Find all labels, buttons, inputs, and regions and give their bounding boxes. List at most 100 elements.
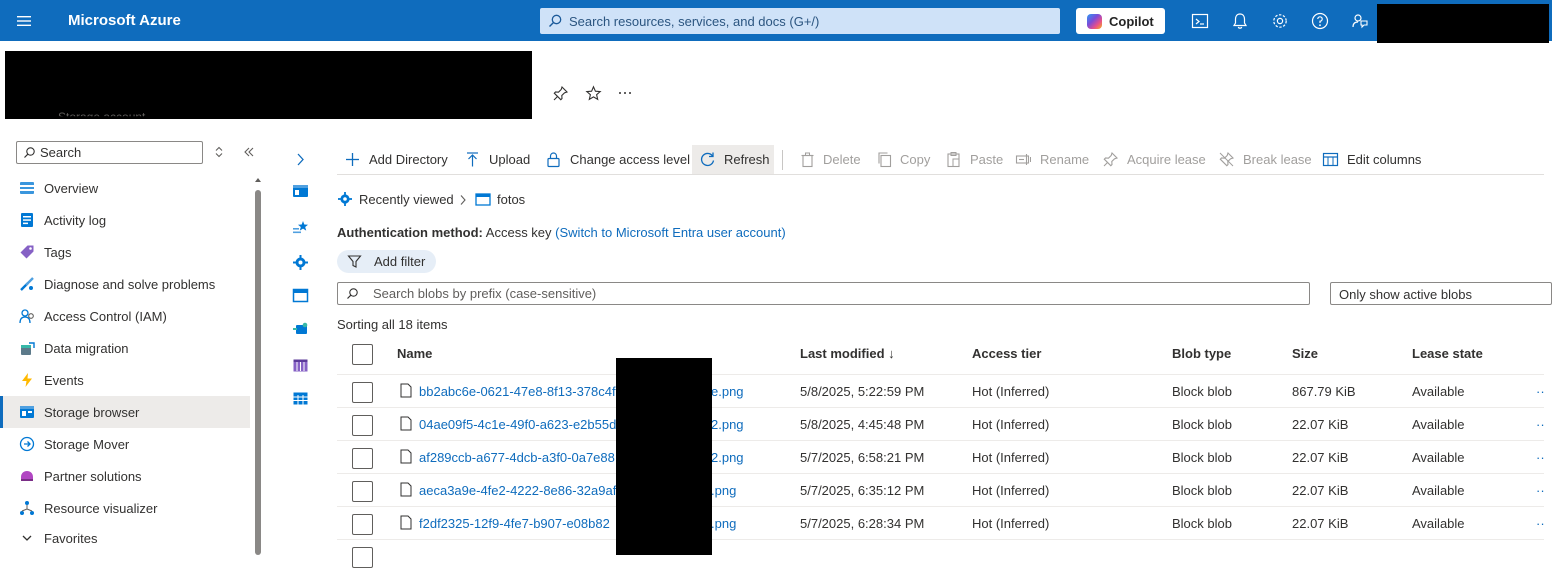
filter-icon [347,255,362,268]
nav-item-label: Access Control (IAM) [44,309,167,324]
blob-name-link[interactable]: aeca3a9e-4fe2-4222-8e86-32a9af [419,483,616,498]
nav-item-overview[interactable]: Overview [0,172,250,204]
blob-prefix-input[interactable] [373,285,1273,302]
delete-button[interactable]: Delete [792,145,864,174]
row-more-icon[interactable]: ·· [1536,483,1545,498]
toolbar-divider-line [337,174,1544,175]
nav-item-data-migration[interactable]: Data migration [0,332,250,364]
row-checkbox[interactable] [352,547,373,568]
blob-name-suffix[interactable]: e.png [711,384,744,399]
blob-name-suffix[interactable]: .png [711,516,736,531]
nav-item-label: Diagnose and solve problems [44,277,216,292]
add-filter-button[interactable]: Add filter [337,250,436,273]
blob-name-link[interactable]: bb2abc6e-0621-47e8-8f13-378c4f [419,384,616,399]
brand-title[interactable]: Microsoft Azure [68,12,181,29]
nav-search-input[interactable] [40,144,198,161]
switch-auth-link[interactable]: (Switch to Microsoft Entra user account) [555,225,785,240]
row-checkbox[interactable] [352,448,373,469]
rename-button[interactable]: Rename [1008,145,1090,174]
blob-name-link[interactable]: 04ae09f5-4c1e-49f0-a623-e2b55d [419,417,616,432]
collapse-nav-icon[interactable] [242,145,256,159]
nav-item-partner-solutions[interactable]: Partner solutions [0,460,250,492]
nav-item-tags[interactable]: Tags [0,236,250,268]
recently-viewed-icon [338,192,352,206]
redacted-account [1377,4,1549,43]
favorites-rail-icon[interactable] [292,219,309,236]
menu-icon[interactable] [14,11,34,31]
row-more-icon[interactable]: ·· [1536,450,1545,465]
storage-browser-rail-icon[interactable] [292,183,309,200]
column-header-access-tier[interactable]: Access tier [972,346,1041,361]
add-directory-button[interactable]: Add Directory [337,145,453,174]
sort-toggle-icon[interactable] [212,145,226,159]
row-more-icon[interactable]: ·· [1536,384,1545,399]
recently-viewed-rail-icon[interactable] [292,254,309,271]
add-directory-label: Add Directory [369,152,448,167]
nav-item-events[interactable]: Events [0,364,250,396]
blob-name-link[interactable]: f2df2325-12f9-4fe7-b907-e08b82 [419,516,610,531]
row-checkbox[interactable] [352,415,373,436]
last-modified-cell: 5/8/2025, 5:22:59 PM [800,384,925,399]
column-header-name[interactable]: Name [397,346,432,361]
select-all-checkbox[interactable] [352,344,373,365]
feedback-icon[interactable] [1350,11,1370,31]
expand-rail-icon[interactable] [292,151,309,168]
column-header-last-modified[interactable]: Last modified ↓ [800,346,895,361]
more-options-icon[interactable] [618,88,632,98]
nav-item-activity-log[interactable]: Activity log [0,204,250,236]
blob-name-suffix[interactable]: 2.png [711,417,744,432]
break-lease-button[interactable]: Break lease [1211,145,1314,174]
row-checkbox[interactable] [352,481,373,502]
row-checkbox[interactable] [352,514,373,535]
queues-rail-icon[interactable] [292,357,309,374]
copilot-button[interactable]: Copilot [1076,8,1165,34]
favorite-star-icon[interactable] [585,85,602,102]
rename-icon [1015,154,1031,165]
file-shares-rail-icon[interactable] [292,320,309,337]
lease-state-cell: Available [1412,384,1465,399]
blob-prefix-search[interactable] [337,282,1310,305]
nav-item-iam[interactable]: Access Control (IAM) [0,300,250,332]
nav-item-storage-browser[interactable]: Storage browser [0,396,250,428]
refresh-label: Refresh [724,152,770,167]
breadcrumb-container[interactable]: fotos [497,192,525,207]
help-icon[interactable] [1310,11,1330,31]
nav-item-resource-visualizer[interactable]: Resource visualizer [0,492,250,524]
change-access-level-button[interactable]: Change access level [538,145,690,174]
notifications-icon[interactable] [1230,11,1250,31]
edit-columns-button[interactable]: Edit columns [1315,145,1427,174]
blob-name-suffix[interactable]: 2.png [711,450,744,465]
pin-icon[interactable] [552,85,569,102]
nav-scrollbar[interactable] [255,190,261,555]
blob-containers-rail-icon[interactable] [292,287,309,304]
scroll-up-arrow[interactable] [254,176,262,184]
tables-rail-icon[interactable] [292,390,309,407]
blob-type-cell: Block blob [1172,483,1232,498]
settings-icon[interactable] [1270,11,1290,31]
global-search-input[interactable] [569,11,1049,31]
column-header-lease-state[interactable]: Lease state [1412,346,1483,361]
row-checkbox[interactable] [352,382,373,403]
row-more-icon[interactable]: ·· [1536,516,1545,531]
global-search[interactable] [540,8,1060,34]
cloud-shell-icon[interactable] [1190,11,1210,31]
blob-name-link[interactable]: af289ccb-a677-4dcb-a3f0-0a7e88 [419,450,615,465]
nav-item-storage-mover[interactable]: Storage Mover [0,428,250,460]
column-header-blob-type[interactable]: Blob type [1172,346,1231,361]
nav-search[interactable] [16,141,203,164]
column-header-size[interactable]: Size [1292,346,1318,361]
acquire-lease-button[interactable]: Acquire lease [1095,145,1210,174]
nav-item-diagnose[interactable]: Diagnose and solve problems [0,268,250,300]
blob-name-suffix[interactable]: .png [711,483,736,498]
row-more-icon[interactable]: ·· [1536,417,1545,432]
nav-item-label: Storage Mover [44,437,130,452]
refresh-button[interactable]: Refresh [692,145,774,174]
nav-item-label: Partner solutions [44,469,142,484]
copy-button[interactable]: Copy [869,145,935,174]
upload-button[interactable]: Upload [457,145,535,174]
copilot-icon [1087,14,1102,29]
breadcrumb-recently-viewed[interactable]: Recently viewed [359,192,454,207]
nav-item-favorites[interactable]: Favorites [0,522,250,554]
active-blobs-select[interactable]: Only show active blobs [1330,282,1552,305]
paste-button[interactable]: Paste [938,145,1006,174]
